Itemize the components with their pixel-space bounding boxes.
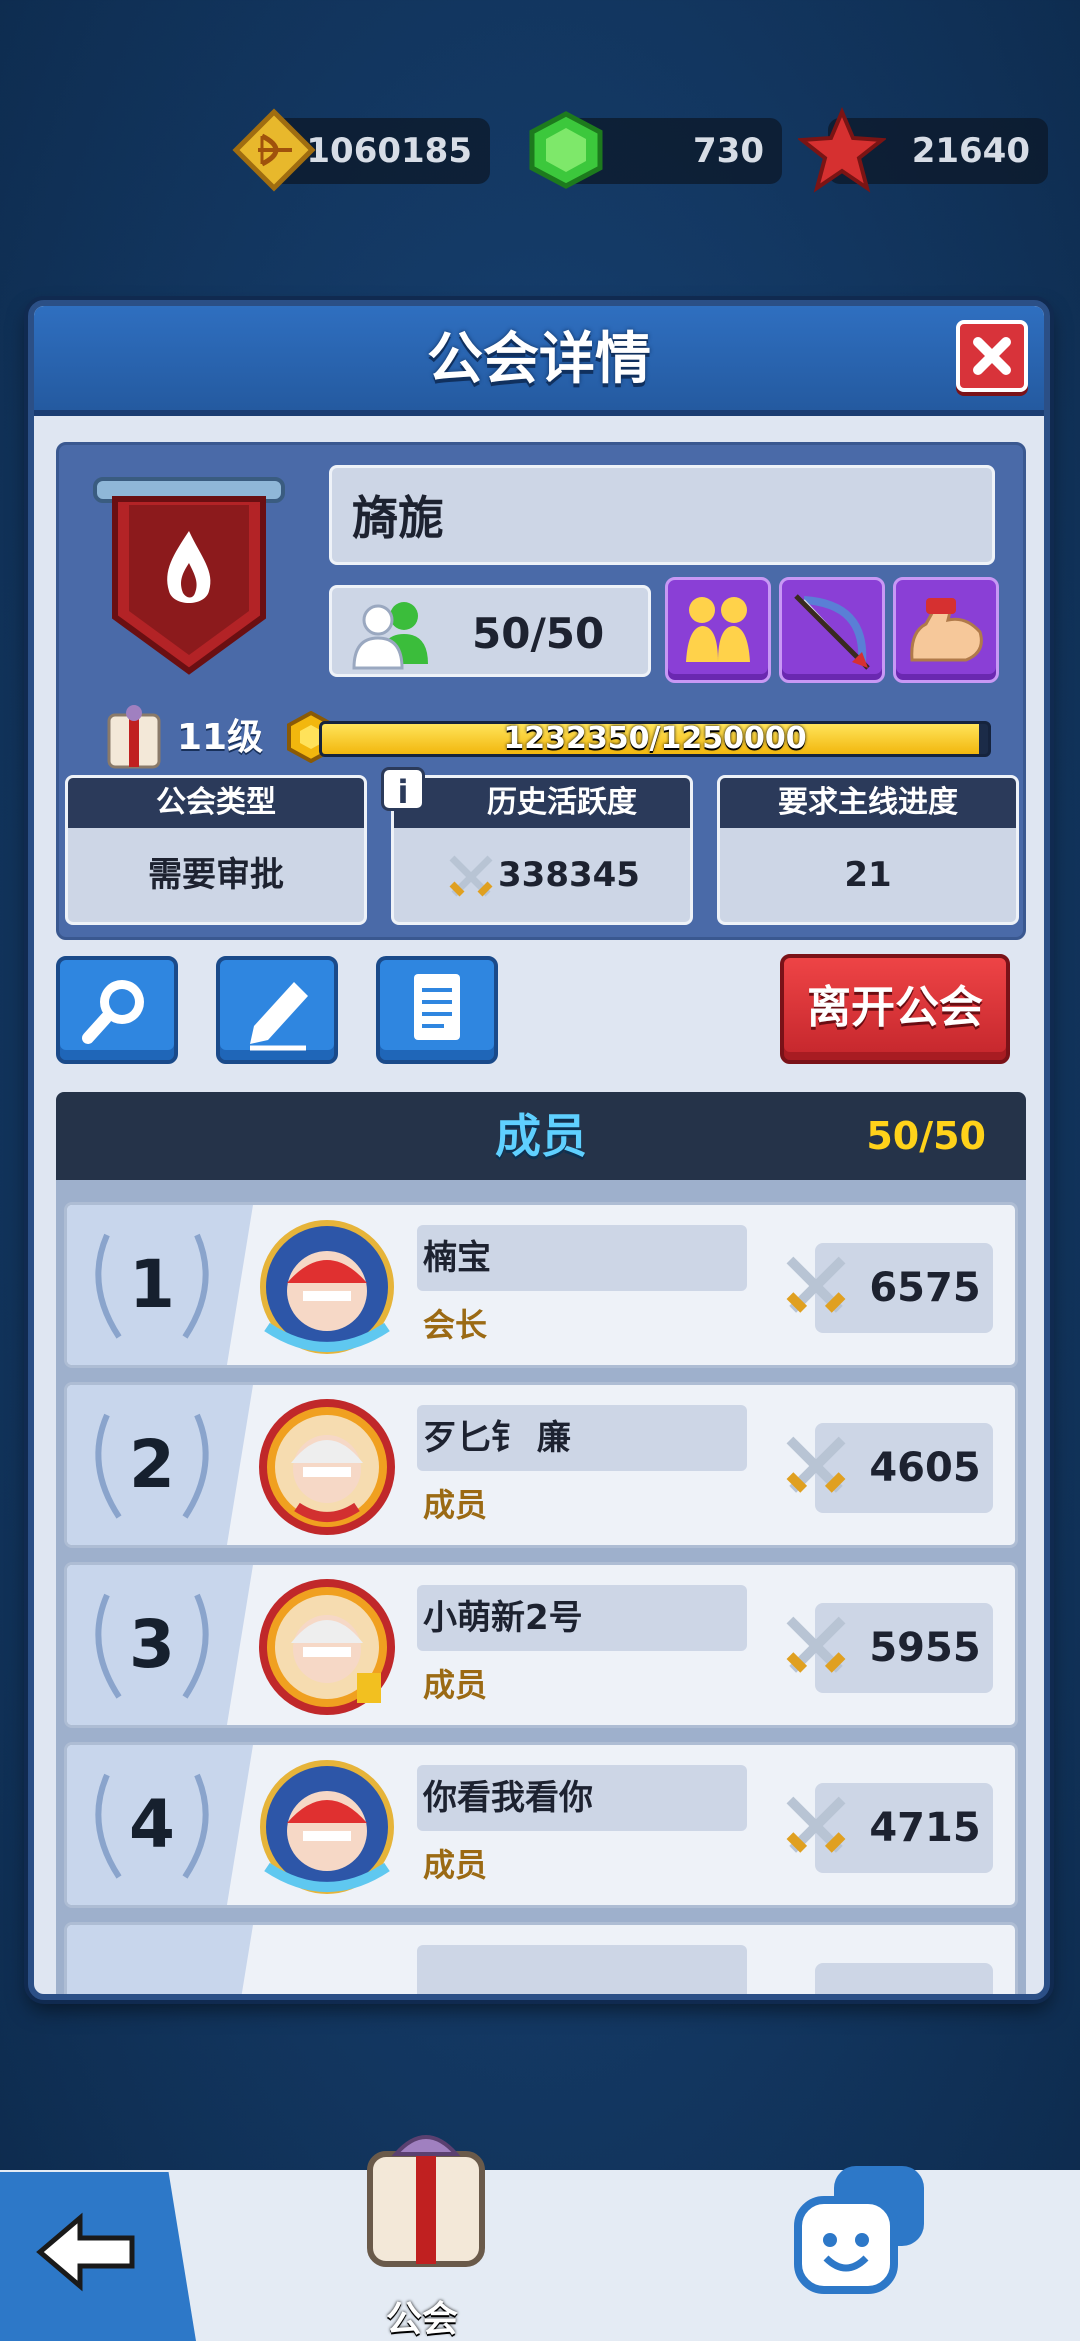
member-name: 歹匕钅 廉	[423, 1418, 571, 1458]
stat-guild-type-value: 需要审批	[148, 855, 284, 895]
chat-icon[interactable]	[780, 2160, 940, 2310]
close-icon	[973, 337, 1011, 375]
crossed-swords-icon	[786, 1256, 846, 1313]
resource-gem: 730	[529, 111, 782, 189]
leave-guild-button[interactable]: 离开公会	[780, 954, 1010, 1064]
bow-arrow-icon	[794, 594, 870, 670]
member-name-box	[417, 1945, 747, 1994]
stat-history-activity-value: 338345	[498, 855, 640, 895]
crossed-swords-icon	[786, 1436, 846, 1493]
stat-history-activity-label: 历史活跃度	[394, 778, 690, 828]
member-row[interactable]: 1 楠宝 会长 6575	[64, 1202, 1018, 1368]
stat-guild-type-label: 公会类型	[68, 778, 364, 828]
member-role: 会长	[423, 1306, 488, 1344]
document-icon	[414, 974, 460, 1040]
guild-level-icon	[107, 705, 161, 769]
rank-number: 1	[129, 1246, 175, 1323]
stat-required-progress-value: 21	[844, 855, 892, 895]
green-gem-icon	[529, 111, 603, 189]
member-row[interactable]: 3 小萌新2号 成员 5955	[64, 1562, 1018, 1728]
stat-history-activity: 历史活跃度 338345	[391, 775, 693, 925]
pencil-icon	[250, 982, 308, 1051]
back-button[interactable]	[0, 2172, 196, 2341]
perk-handshake[interactable]	[665, 577, 771, 683]
guild-details-dialog: 公会详情 旖旎 50/50 11级 1232350/1250000 公会类型 需…	[28, 300, 1050, 2000]
dialog-title: 公会详情	[427, 327, 651, 392]
member-name: 小萌新2号	[423, 1598, 583, 1638]
member-score: 4715	[869, 1805, 981, 1851]
rank-number: 2	[129, 1426, 175, 1503]
red-star-icon	[798, 106, 886, 193]
back-arrow-icon	[36, 2212, 135, 2292]
info-icon[interactable]: i	[381, 767, 425, 811]
avatar[interactable]	[257, 1577, 397, 1717]
flexed-arm-icon	[910, 598, 983, 662]
member-score: 6575	[869, 1265, 981, 1311]
rank-number: 3	[129, 1606, 175, 1683]
member-name: 楠宝	[423, 1238, 491, 1278]
avatar[interactable]	[257, 1397, 397, 1537]
member-name: 你看我看你	[423, 1778, 593, 1818]
avatar[interactable]	[257, 1217, 397, 1357]
crossed-swords-icon	[786, 1796, 846, 1853]
member-score: 4605	[869, 1445, 981, 1491]
stat-guild-type: 公会类型 需要审批	[65, 775, 367, 925]
guild-tab-icon[interactable]	[356, 2124, 496, 2274]
rank-number: 4	[129, 1786, 175, 1863]
rank-cell	[67, 1925, 253, 1994]
close-button[interactable]	[956, 320, 1028, 392]
member-row-partial[interactable]	[64, 1922, 1018, 1994]
member-role: 成员	[423, 1666, 488, 1704]
member-row[interactable]: 2 歹匕钅 廉 成员 4605	[64, 1382, 1018, 1548]
members-icon	[352, 602, 428, 670]
search-button[interactable]	[56, 956, 178, 1064]
crossed-swords-icon	[786, 1616, 846, 1673]
score-box	[815, 1963, 993, 1994]
stat-history-activity-row: 338345	[394, 828, 690, 922]
bow-count: 1060185	[306, 131, 472, 171]
handshake-icon	[686, 597, 750, 662]
edit-button[interactable]	[216, 956, 338, 1064]
guild-name-field: 旖旎	[329, 465, 995, 565]
members-count: 50/50	[866, 1114, 986, 1158]
crossed-swords-icon	[449, 855, 493, 896]
xp-progress-text: 1232350/1250000	[503, 721, 807, 756]
dialog-header: 公会详情	[34, 306, 1044, 416]
resource-star: 21640	[798, 106, 1048, 193]
perk-archery[interactable]	[779, 577, 885, 683]
resource-bow: 1060185	[232, 108, 490, 192]
perk-strength[interactable]	[893, 577, 999, 683]
stat-required-progress-label: 要求主线进度	[720, 778, 1016, 828]
guild-banner-icon	[93, 477, 285, 675]
stat-required-progress: 要求主线进度 21	[717, 775, 1019, 925]
member-count-box: 50/50	[329, 585, 651, 677]
member-row[interactable]: 4 你看我看你 成员 4715	[64, 1742, 1018, 1908]
guild-info-box: 旖旎 50/50 11级 1232350/1250000 公会类型 需要审批 历…	[56, 442, 1026, 940]
guild-tab-label: 公会	[386, 2299, 459, 2340]
member-role: 成员	[423, 1846, 488, 1884]
member-list[interactable]: 1 楠宝 会长 6575 2 歹匕钅 廉 成员 4605 3 小萌新2号 成员 …	[56, 1180, 1026, 1994]
avatar[interactable]	[257, 1757, 397, 1897]
member-count: 50/50	[472, 609, 605, 658]
search-icon	[82, 980, 144, 1044]
log-button[interactable]	[376, 956, 498, 1064]
members-header: 成员 50/50	[56, 1092, 1026, 1180]
guild-name: 旖旎	[352, 491, 444, 545]
bow-icon	[232, 108, 316, 192]
guild-level: 11级	[177, 717, 264, 758]
member-score: 5955	[869, 1625, 981, 1671]
star-count: 21640	[911, 131, 1030, 171]
member-role: 成员	[423, 1486, 488, 1524]
gem-count: 730	[693, 131, 764, 171]
